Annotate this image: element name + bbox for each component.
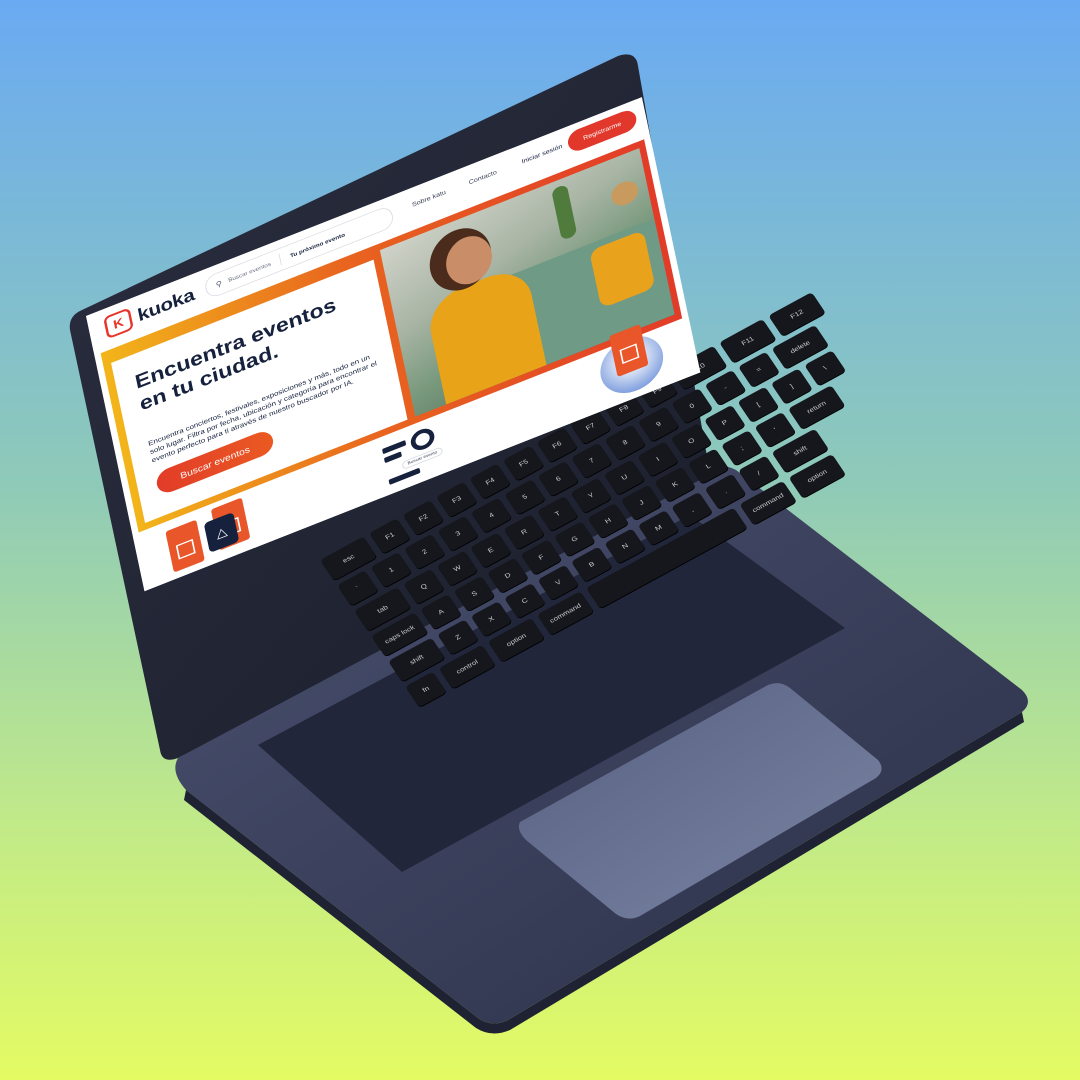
illus-bar [388, 467, 421, 485]
illus-bar [382, 440, 407, 455]
mockup-scene: escF1F2F3F4F5F6F7F8F9F10F11F12`123456789… [0, 0, 1080, 1080]
lamp-shape [609, 177, 641, 210]
logo-mark-icon: K [103, 307, 134, 340]
qr-icon [619, 343, 640, 365]
login-link[interactable]: Iniciar sesión [521, 143, 563, 165]
search-icon: ⚲ [215, 279, 223, 290]
qr-icon [175, 538, 196, 560]
nav-link-about[interactable]: Sobre katu [411, 188, 446, 208]
ticket-icon [165, 519, 205, 573]
plant-shape [551, 183, 578, 241]
search-chip: Buscar evento [401, 446, 444, 470]
illus-bar [383, 451, 402, 464]
party-icon: △ [203, 511, 240, 553]
nav-link-contact[interactable]: Contacto [468, 168, 497, 185]
search-divider [278, 253, 283, 266]
search-input[interactable]: Buscar eventos [228, 260, 272, 283]
search-next-event[interactable]: Tu próximo evento [289, 231, 345, 258]
